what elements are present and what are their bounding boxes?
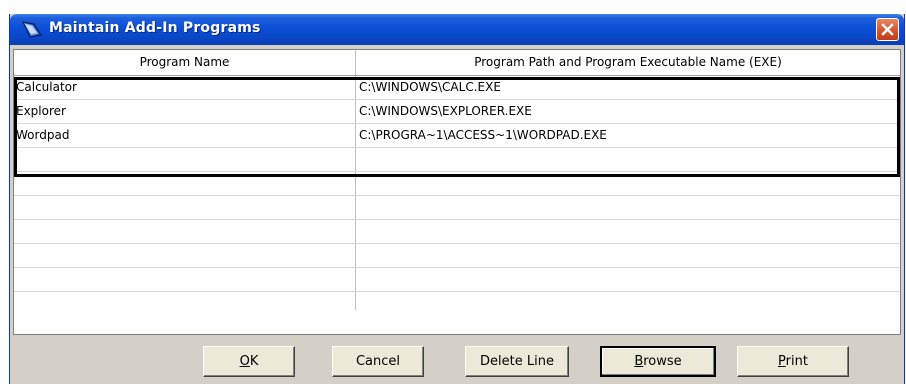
program-path-cell[interactable] <box>356 244 900 267</box>
program-name-cell[interactable] <box>14 148 356 171</box>
program-path-cell[interactable]: C:\WINDOWS\EXPLORER.EXE <box>356 100 900 123</box>
button-bar: OK Cancel Delete Line Browse Print <box>10 335 904 384</box>
program-path-cell[interactable] <box>356 148 900 171</box>
table-row[interactable] <box>14 172 900 196</box>
program-name-cell[interactable] <box>14 244 356 267</box>
table-row[interactable] <box>14 196 900 220</box>
delete-line-button[interactable]: Delete Line <box>465 346 569 377</box>
table-row[interactable] <box>14 220 900 244</box>
close-icon <box>881 23 894 36</box>
table-row[interactable]: Calculator C:\WINDOWS\CALC.EXE <box>14 76 900 100</box>
dialog-window: Maintain Add-In Programs Program Name Pr… <box>9 14 905 384</box>
table-row[interactable]: Wordpad C:\PROGRA~1\ACCESS~1\WORDPAD.EXE <box>14 124 900 148</box>
window-title: Maintain Add-In Programs <box>49 20 261 36</box>
column-header-program-path[interactable]: Program Path and Program Executable Name… <box>356 50 900 75</box>
program-path-cell[interactable] <box>356 172 900 195</box>
program-path-cell[interactable] <box>356 292 900 310</box>
grid-header: Program Name Program Path and Program Ex… <box>14 50 900 76</box>
program-path-cell[interactable]: C:\WINDOWS\CALC.EXE <box>356 76 900 99</box>
cancel-button[interactable]: Cancel <box>332 346 424 377</box>
programs-grid[interactable]: Program Name Program Path and Program Ex… <box>13 49 901 335</box>
ok-button[interactable]: OK <box>203 346 295 377</box>
program-path-cell[interactable] <box>356 220 900 243</box>
program-name-cell[interactable] <box>14 292 356 310</box>
browse-button[interactable]: Browse <box>600 346 716 377</box>
program-name-cell[interactable] <box>14 196 356 219</box>
program-path-cell[interactable] <box>356 268 900 291</box>
program-name-cell[interactable]: Wordpad <box>14 124 356 147</box>
table-row[interactable] <box>14 268 900 292</box>
program-path-cell[interactable]: C:\PROGRA~1\ACCESS~1\WORDPAD.EXE <box>356 124 900 147</box>
table-row[interactable] <box>14 292 900 310</box>
program-name-cell[interactable] <box>14 172 356 195</box>
program-path-cell[interactable] <box>356 196 900 219</box>
app-icon <box>22 21 42 38</box>
print-button[interactable]: Print <box>737 346 849 377</box>
program-name-cell[interactable]: Explorer <box>14 100 356 123</box>
program-name-cell[interactable]: Calculator <box>14 76 356 99</box>
title-bar[interactable]: Maintain Add-In Programs <box>10 14 904 45</box>
column-header-program-name[interactable]: Program Name <box>14 50 356 75</box>
table-row[interactable]: Explorer C:\WINDOWS\EXPLORER.EXE <box>14 100 900 124</box>
table-row[interactable] <box>14 148 900 172</box>
table-row[interactable] <box>14 244 900 268</box>
program-name-cell[interactable] <box>14 268 356 291</box>
close-button[interactable] <box>876 18 899 41</box>
program-name-cell[interactable] <box>14 220 356 243</box>
